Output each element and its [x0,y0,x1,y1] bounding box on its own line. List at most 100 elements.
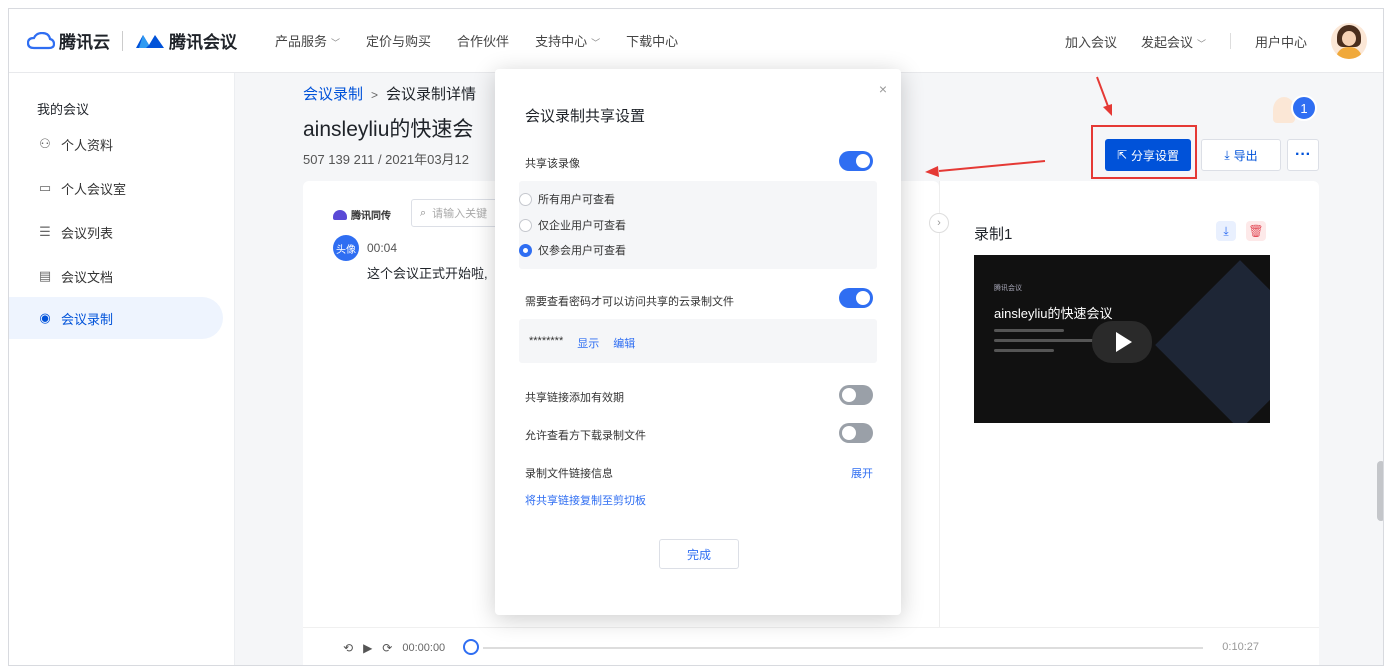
document-icon: ▤ [38,268,52,283]
sidebar: 我的会议 ⚇ 个人资料 ▭ 个人会议室 ☰ 会议列表 ▤ 会议文档 ◉ 会议录制 [9,73,235,665]
nav-item-label: 定价与购买 [366,34,432,49]
nav-item-support[interactable]: 支持中心 ﹀ [535,31,600,50]
tencent-cloud-icon [27,31,55,49]
download-label: 允许查看方下载录制文件 [525,430,646,442]
download-icon[interactable]: ⤓ [1216,221,1236,241]
nav-item-pricing[interactable]: 定价与购买 [366,31,431,50]
toggle-knob [856,291,870,305]
annotation-arrowhead [1103,104,1112,116]
avatar-body [1336,47,1362,59]
download-toggle[interactable] [839,423,873,443]
link-info-label: 录制文件链接信息 [525,468,613,480]
copy-link[interactable]: 将共享链接复制至剪切板 [525,492,646,508]
user-icon: ⚇ [39,136,51,151]
nav-item-label: 产品服务 [275,34,328,49]
option-participants-only[interactable]: 仅参会用户可查看 [519,242,626,258]
breadcrumb-recordings-link[interactable]: 会议录制 [303,86,363,103]
avatar-face [1342,31,1356,46]
sidebar-item-label: 会议录制 [61,311,114,327]
expand-link[interactable]: 展开 [851,465,873,481]
nav-item-products[interactable]: 产品服务 ﹀ [275,31,340,50]
sidebar-item-recordings[interactable]: ◉ 会议录制 [9,297,223,339]
main-nav: 产品服务 ﹀ 定价与购买 合作伙伴 支持中心 ﹀ 下载中心 [275,31,678,50]
radio-button [519,218,532,232]
user-avatar[interactable] [1331,23,1367,59]
recording-thumbnail[interactable]: 腾讯会议 ainsleyliu的快速会议 [974,255,1270,423]
search-placeholder: 请输入关键 [432,208,488,220]
done-button[interactable]: 完成 [659,539,739,569]
thumbnail-title: ainsleyliu的快速会议 [994,306,1113,321]
export-button[interactable]: ⤓ 导出 [1201,139,1281,171]
nav-item-partners[interactable]: 合作伙伴 [457,31,509,50]
radio-button-selected [519,243,532,257]
sidebar-item-label: 个人会议室 [61,181,127,197]
nav-item-download[interactable]: 下载中心 [626,31,678,50]
delete-icon[interactable]: 🗑 [1246,221,1266,241]
show-password-link[interactable]: 显示 [577,335,599,351]
option-all-users[interactable]: 所有用户可查看 [519,191,615,207]
speaker-time[interactable]: 00:04 [367,241,397,255]
start-meeting-label: 发起会议 [1140,34,1193,50]
annotation-highlight-box [1091,125,1197,179]
password-toggle[interactable] [839,288,873,308]
transcript-text: 这个会议正式开始啦, [367,266,488,281]
share-settings-dialog: × 会议录制共享设置 共享该录像 所有用户可查看 仅企业用户可查看 仅参会用户可… [495,69,901,615]
thumbnail-decoration [1155,260,1270,423]
rewind-icon[interactable]: ⟲ [343,641,353,655]
nav-item-label: 下载中心 [626,34,679,49]
chevron-right-icon[interactable]: › [929,213,949,233]
close-icon[interactable]: × [879,81,887,97]
share-video-toggle[interactable] [839,151,873,171]
sidebar-title: 我的会议 [37,102,90,117]
search-icon: ⌕ [420,206,427,219]
annotation-arrow-down [1096,76,1110,110]
current-time: 00:00:00 [402,641,446,654]
sidebar-item-label: 会议文档 [61,269,114,285]
annotation-arrow-left [938,160,1046,172]
scrollbar-handle[interactable] [1377,461,1383,521]
user-center-link[interactable]: 用户中心 [1255,32,1307,51]
expire-toggle[interactable] [839,385,873,405]
password-label: 需要查看密码才可以访问共享的云录制文件 [525,296,734,308]
password-panel: ******** 显示 编辑 [519,319,877,363]
progress-track[interactable] [483,647,1203,649]
edit-password-link[interactable]: 编辑 [613,335,635,351]
export-label: 导出 [1233,148,1258,163]
transcript-logo-text: 腾讯同传 [351,211,391,222]
more-button[interactable]: ··· [1287,139,1319,171]
radio-button [519,192,532,206]
list-icon: ☰ [39,224,51,239]
brand[interactable]: 腾讯云 腾讯会议 [27,28,237,53]
play-icon [1116,332,1132,352]
recording-title: 录制1 [974,226,1013,243]
room-icon: ▭ [38,180,52,195]
brand-meeting-text: 腾讯会议 [169,33,237,52]
header-divider [1229,33,1231,49]
visibility-options: 所有用户可查看 仅企业用户可查看 仅参会用户可查看 [519,181,877,269]
toggle-knob [842,426,856,440]
play-button[interactable] [1092,321,1152,363]
sidebar-item-profile[interactable]: ⚇ 个人资料 [9,123,223,165]
brand-cloud-text: 腾讯云 [59,33,110,52]
sidebar-item-documents[interactable]: ▤ 会议文档 [9,255,223,297]
thumbnail-info-line [994,329,1064,332]
thumbnail-info-line [994,349,1054,352]
play-icon[interactable]: ▶ [363,641,372,655]
join-meeting-link[interactable]: 加入会议 [1065,32,1117,51]
expire-label: 共享链接添加有效期 [525,392,624,404]
toggle-knob [856,154,870,168]
record-icon: ◉ [39,310,51,325]
progress-handle[interactable] [463,639,479,655]
nav-item-label: 支持中心 [535,34,588,49]
option-enterprise-users[interactable]: 仅企业用户可查看 [519,217,626,233]
forward-icon[interactable]: ⟳ [382,641,392,655]
sidebar-item-meeting-list[interactable]: ☰ 会议列表 [9,211,223,253]
start-meeting-menu[interactable]: 发起会议 ﹀ [1141,32,1206,51]
participant-count-badge[interactable]: 1 [1291,95,1317,121]
sidebar-item-personal-room[interactable]: ▭ 个人会议室 [9,167,223,209]
breadcrumb-current: 会议录制详情 [386,86,477,103]
option-label: 仅企业用户可查看 [538,220,626,232]
meeting-meta: 507 139 211 / 2021年03月12 [303,152,470,167]
top-bar: 腾讯云 腾讯会议 产品服务 ﹀ 定价与购买 合作伙伴 支持中心 ﹀ 下载中心 加入会… [9,9,1383,73]
breadcrumb-separator: > [371,88,379,102]
